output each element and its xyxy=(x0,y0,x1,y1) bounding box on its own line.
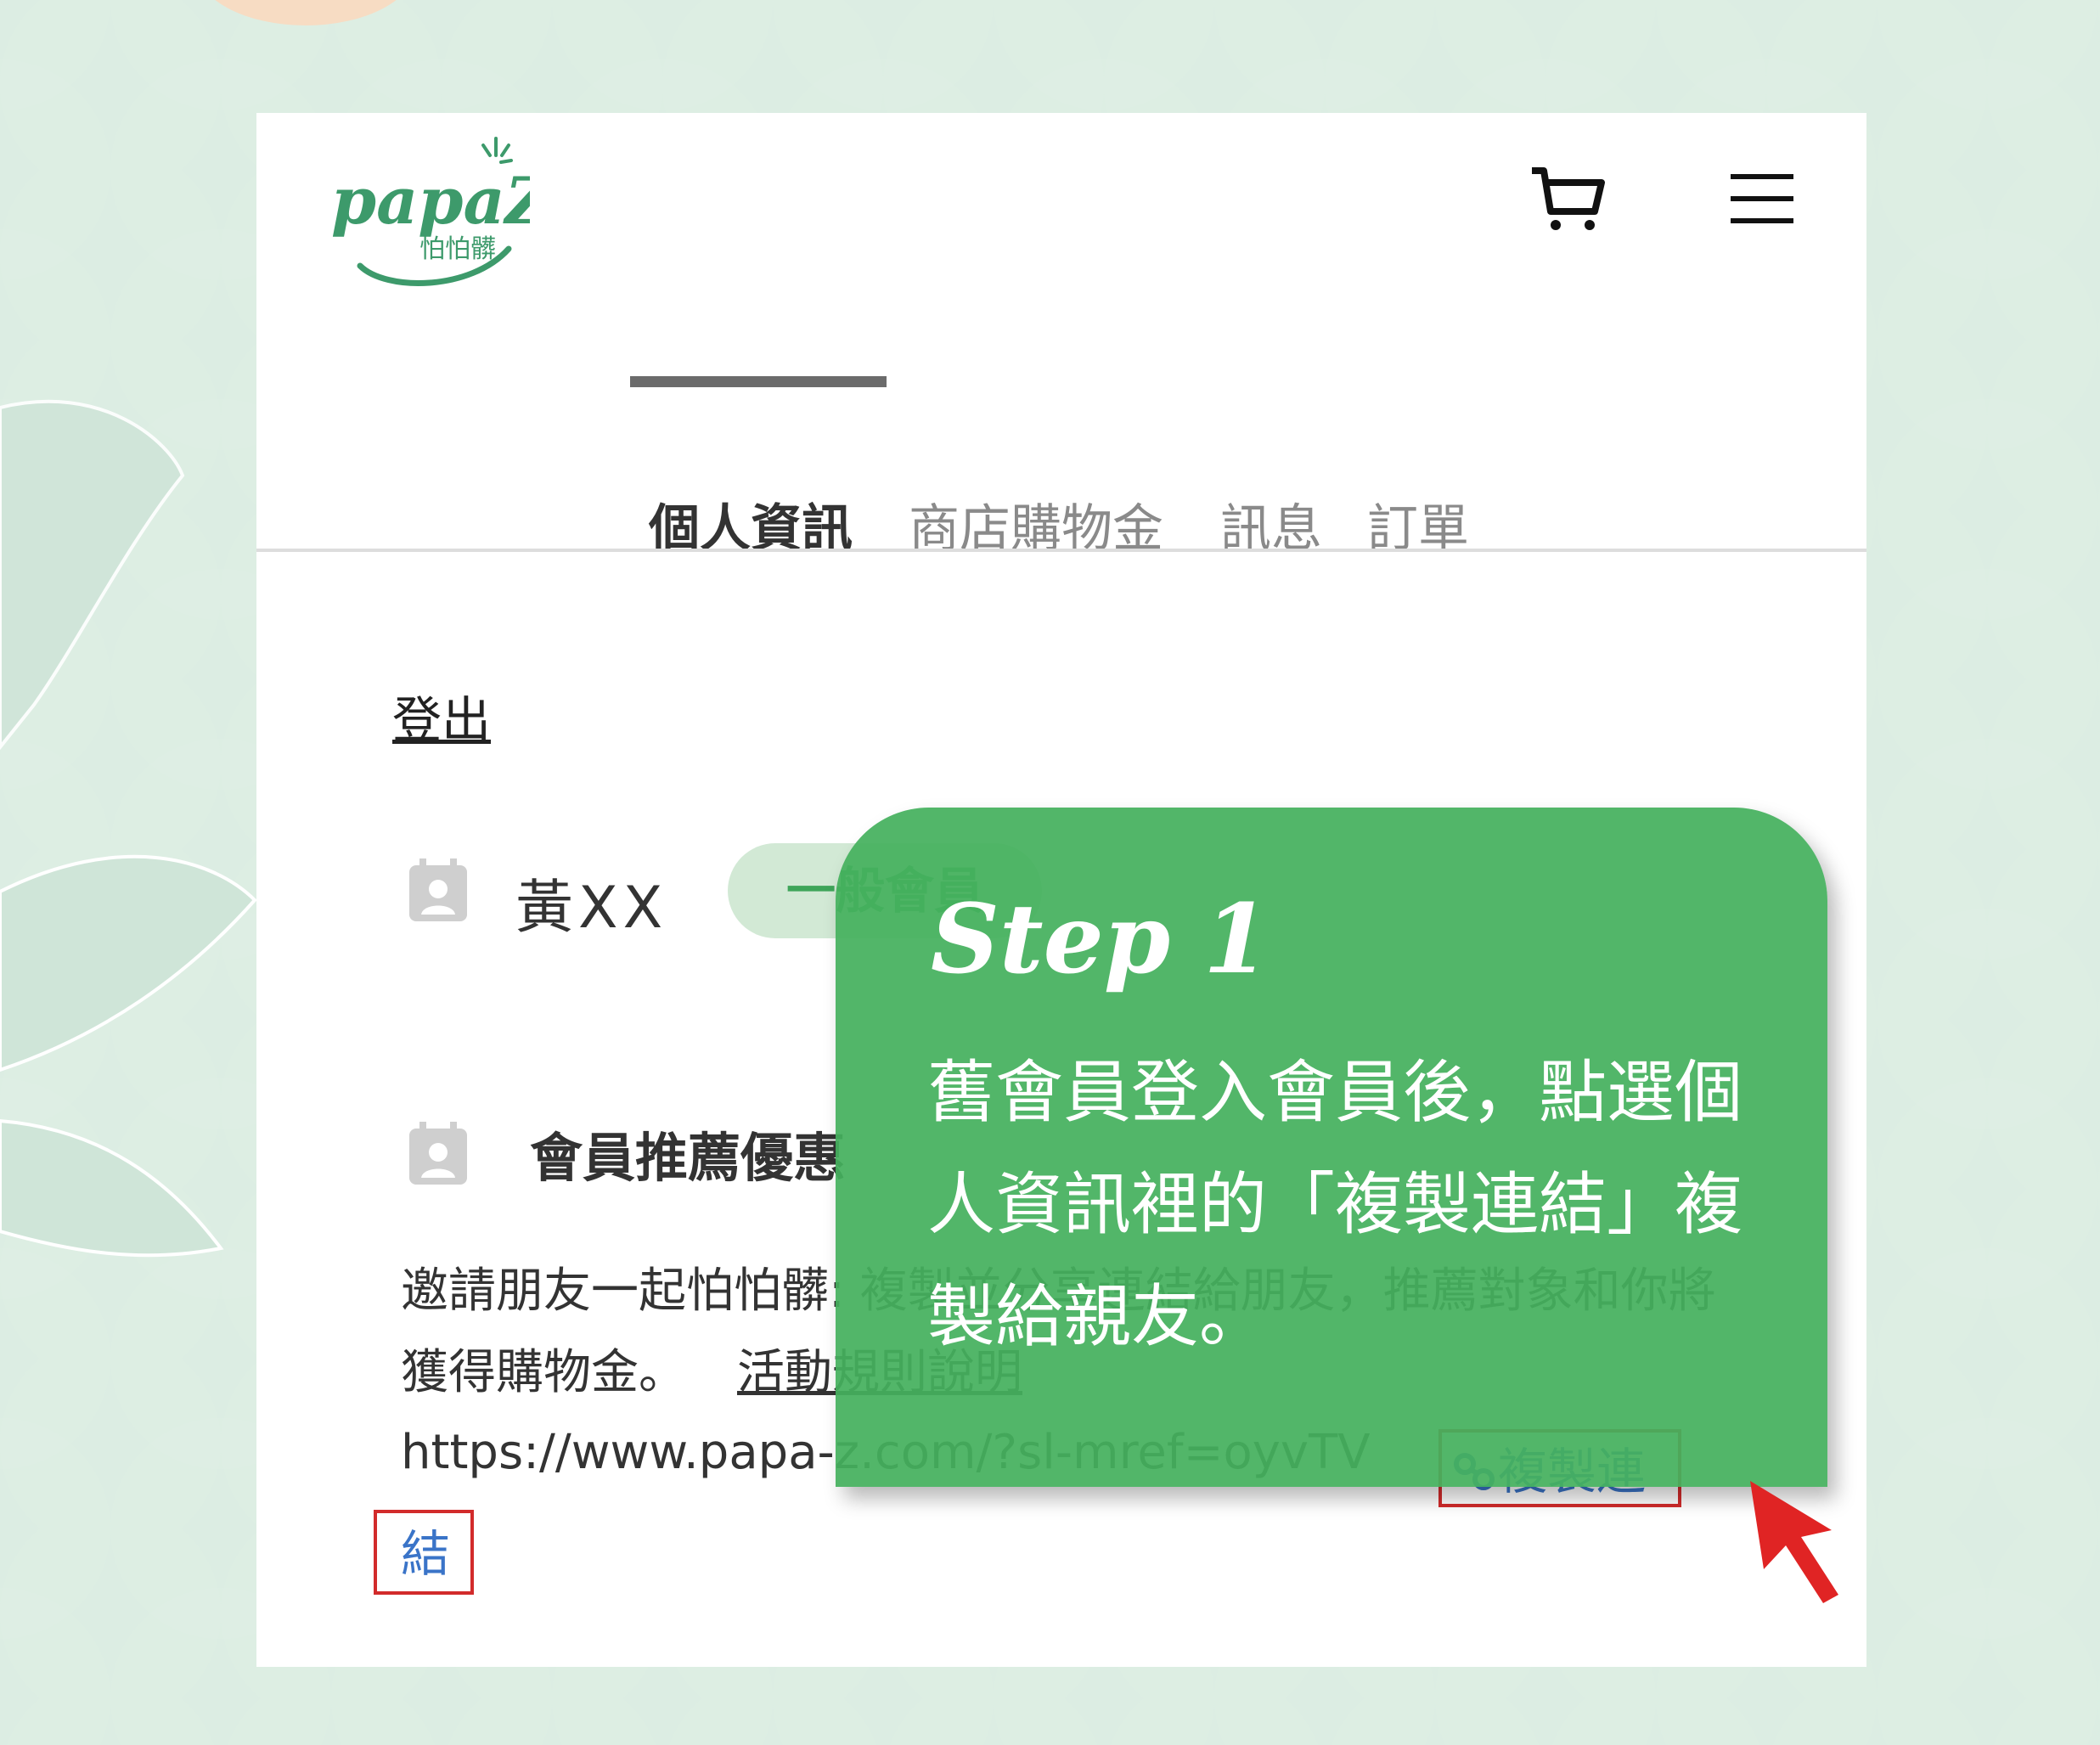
tab-messages[interactable]: 訊息 xyxy=(1220,495,1322,563)
step-description: 舊會員登入會員後，點選個人資訊裡的「複製連結」複製給親友。 xyxy=(927,1053,1742,1356)
tab-orders[interactable]: 訂單 xyxy=(1367,495,1469,563)
instruction-callout: Step 1 舊會員登入會員後，點選個人資訊裡的「複製連結」複製給親友。 xyxy=(836,808,1827,1487)
logo-subtext: 怕怕髒 xyxy=(419,234,496,264)
tabs-divider xyxy=(256,549,1866,552)
papaz-logo[interactable]: papaZ 怕怕髒 xyxy=(326,121,530,317)
step-title: Step 1 xyxy=(931,884,1270,995)
tab-store-credit[interactable]: 商店購物金 xyxy=(909,495,1163,563)
active-tab-indicator xyxy=(630,376,887,387)
tab-personal-info[interactable]: 個人資訊 xyxy=(649,495,853,563)
app-screen: papaZ 怕怕髒 個人資訊 商店購物金 訊息 訂單 xyxy=(256,113,1866,1667)
user-name: 黃XX xyxy=(515,875,668,942)
referral-icon xyxy=(409,1122,467,1185)
referral-section-title: 會員推薦優惠 xyxy=(530,1127,847,1189)
pointer-arrow-icon xyxy=(1750,1481,1838,1603)
hamburger-menu-icon[interactable] xyxy=(1731,172,1793,225)
user-profile-icon xyxy=(409,858,467,921)
logo-text: papaZ xyxy=(331,163,530,239)
page: papaZ 怕怕髒 個人資訊 商店購物金 訊息 訂單 xyxy=(0,0,2100,1745)
cart-icon[interactable] xyxy=(1529,164,1607,232)
copy-link-label-part2[interactable]: 結 xyxy=(401,1514,450,1585)
account-tabs: 個人資訊 商店購物金 訊息 訂單 xyxy=(256,385,1866,665)
logout-link[interactable]: 登出 xyxy=(392,680,491,751)
